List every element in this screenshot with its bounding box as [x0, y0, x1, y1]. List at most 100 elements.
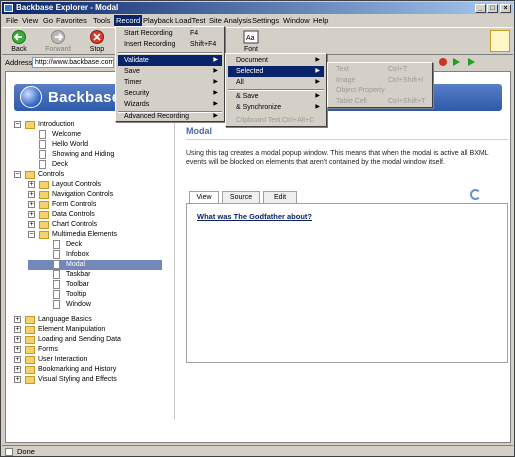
document-item[interactable]: Document ▶ — [228, 55, 324, 66]
submenu-arrow-icon: ▶ — [213, 90, 218, 96]
forward-button[interactable]: Forward — [43, 30, 73, 53]
selected-item[interactable]: Selected ▶ — [228, 66, 324, 77]
submenu-arrow-icon: ▶ — [315, 68, 320, 74]
record-icon[interactable] — [439, 58, 447, 66]
folder-icon — [25, 326, 35, 334]
insert-recording-item[interactable]: Insert Recording Shift+F4 — [118, 39, 222, 50]
folder-icon — [39, 201, 49, 209]
expand-icon[interactable]: + — [14, 336, 21, 343]
play-icon[interactable] — [453, 58, 460, 66]
expand-icon[interactable]: + — [14, 366, 21, 373]
menu-go[interactable]: Go — [43, 15, 53, 26]
expand-icon[interactable]: + — [28, 181, 35, 188]
start-recording-item[interactable]: Start Recording F4 — [118, 28, 222, 39]
browser-window: Backbase Explorer - Modal _ □ × File Vie… — [0, 0, 515, 457]
object-property-item[interactable]: Object Property — [330, 85, 430, 96]
close-button[interactable]: × — [500, 4, 511, 13]
font-icon: Aa — [243, 30, 259, 44]
submenu-arrow-icon: ▶ — [213, 68, 218, 74]
expand-icon[interactable]: + — [14, 326, 21, 333]
address-input[interactable]: http://www.backbase.com/ — [32, 57, 114, 68]
clipboard-text-item[interactable]: Clipboard Text Ctrl+Alt+C — [228, 115, 324, 126]
tab-edit[interactable]: Edit — [263, 191, 297, 203]
page-icon — [39, 160, 46, 169]
brand-logo — [490, 30, 510, 52]
collapse-icon[interactable]: − — [14, 171, 21, 178]
collapse-icon[interactable]: − — [14, 121, 21, 128]
folder-icon — [39, 181, 49, 189]
expand-icon[interactable]: + — [14, 356, 21, 363]
folder-icon — [25, 121, 35, 129]
expand-icon[interactable]: + — [14, 346, 21, 353]
expand-icon[interactable]: + — [28, 221, 35, 228]
text-item[interactable]: Text Ctrl+T — [330, 64, 430, 75]
folder-icon — [39, 191, 49, 199]
expand-icon[interactable]: + — [28, 201, 35, 208]
menu-loadtest[interactable]: LoadTest — [175, 15, 205, 26]
view-panel: What was The Godfather about? — [186, 203, 508, 363]
menu-help[interactable]: Help — [313, 15, 328, 26]
menu-tools[interactable]: Tools — [93, 15, 111, 26]
menu-site-analysis[interactable]: Site Analysis — [209, 15, 252, 26]
expand-icon[interactable]: + — [14, 376, 21, 383]
folder-icon — [25, 356, 35, 364]
page-icon — [39, 130, 46, 139]
tab-strip: View Source Edit — [186, 191, 508, 204]
expand-icon[interactable]: + — [14, 316, 21, 323]
collapse-icon[interactable]: − — [28, 231, 35, 238]
wizards-item[interactable]: Wizards ▶ — [118, 99, 222, 110]
stop-icon — [90, 30, 104, 44]
page-icon — [53, 270, 60, 279]
folder-icon — [25, 346, 35, 354]
submenu-arrow-icon: ▶ — [315, 104, 320, 110]
menu-bar: File View Go Favorites Tools Record Play… — [2, 15, 513, 26]
submenu-arrow-icon: ▶ — [213, 79, 218, 85]
status-bar: Done — [2, 445, 513, 457]
play-step-icon[interactable] — [468, 58, 475, 66]
page-icon — [39, 140, 46, 149]
menu-playback[interactable]: Playback — [143, 15, 173, 26]
synchronize-item[interactable]: & Synchronize ▶ — [228, 102, 324, 113]
security-item[interactable]: Security ▶ — [118, 88, 222, 99]
backbase-logo — [20, 86, 42, 108]
advanced-recording-item[interactable]: Advanced Recording ▶ — [118, 111, 222, 122]
page-status-icon — [5, 448, 13, 456]
modal-link[interactable]: What was The Godfather about? — [197, 212, 312, 221]
stop-button[interactable]: Stop — [88, 30, 106, 53]
folder-icon — [39, 211, 49, 219]
menu-record[interactable]: Record — [114, 15, 143, 26]
page-icon — [53, 280, 60, 289]
submenu-arrow-icon: ▶ — [315, 57, 320, 63]
maximize-button[interactable]: □ — [487, 4, 498, 13]
record-menu: Start Recording F4 Insert Recording Shift+… — [115, 26, 225, 122]
page-icon — [53, 300, 60, 309]
submenu-arrow-icon: ▶ — [213, 101, 218, 107]
folder-icon — [25, 171, 35, 179]
menu-window[interactable]: Window — [283, 15, 310, 26]
expand-icon[interactable]: + — [28, 211, 35, 218]
validate-item[interactable]: Validate ▶ — [118, 55, 222, 66]
menu-file[interactable]: File — [6, 15, 18, 26]
back-arrow-icon — [12, 30, 26, 44]
timer-item[interactable]: Timer ▶ — [118, 77, 222, 88]
menu-separator — [118, 52, 222, 54]
table-cell-item[interactable]: Table Cell Ctrl+Shift+T — [330, 96, 430, 107]
minimize-button[interactable]: _ — [475, 4, 486, 13]
window-title: Backbase Explorer - Modal — [16, 3, 119, 12]
title-rule — [186, 139, 508, 140]
all-item[interactable]: All ▶ — [228, 77, 324, 88]
tree-item-selected[interactable]: Modal — [28, 260, 162, 270]
menu-view[interactable]: View — [22, 15, 38, 26]
menu-settings[interactable]: Settings — [252, 15, 279, 26]
save-item[interactable]: Save ▶ — [118, 66, 222, 77]
tab-source[interactable]: Source — [222, 191, 260, 203]
forward-arrow-icon — [51, 30, 65, 44]
menu-favorites[interactable]: Favorites — [56, 15, 87, 26]
validate-submenu: Document ▶ Selected ▶ All ▶ & Save ▶ & Synch… — [225, 53, 327, 127]
font-button[interactable]: Aa Font — [242, 30, 260, 53]
refresh-icon[interactable] — [470, 189, 481, 200]
save-submenu-item[interactable]: & Save ▶ — [228, 91, 324, 102]
page-icon — [53, 290, 60, 299]
expand-icon[interactable]: + — [28, 191, 35, 198]
back-button[interactable]: Back — [8, 30, 30, 53]
